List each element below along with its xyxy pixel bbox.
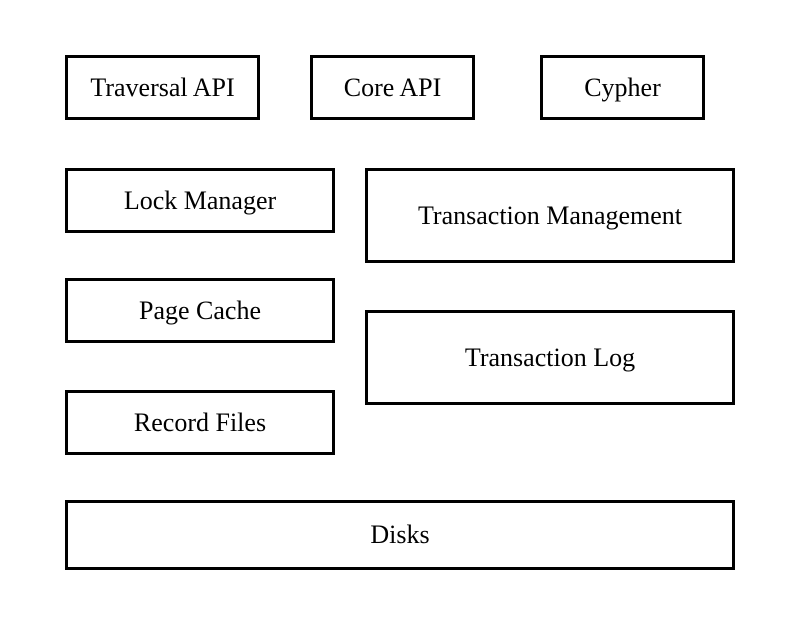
box-label: Record Files bbox=[134, 408, 266, 438]
box-label: Transaction Log bbox=[465, 343, 635, 373]
box-label: Traversal API bbox=[90, 73, 234, 103]
box-label: Cypher bbox=[584, 73, 661, 103]
box-transaction-log: Transaction Log bbox=[365, 310, 735, 405]
box-record-files: Record Files bbox=[65, 390, 335, 455]
box-cypher: Cypher bbox=[540, 55, 705, 120]
box-label: Disks bbox=[370, 520, 429, 550]
box-page-cache: Page Cache bbox=[65, 278, 335, 343]
box-traversal-api: Traversal API bbox=[65, 55, 260, 120]
box-transaction-management: Transaction Management bbox=[365, 168, 735, 263]
architecture-diagram: Traversal API Core API Cypher Lock Manag… bbox=[0, 0, 800, 640]
box-label: Lock Manager bbox=[124, 186, 276, 216]
box-lock-manager: Lock Manager bbox=[65, 168, 335, 233]
box-disks: Disks bbox=[65, 500, 735, 570]
box-label: Core API bbox=[344, 73, 442, 103]
box-label: Transaction Management bbox=[418, 201, 682, 231]
box-label: Page Cache bbox=[139, 296, 261, 326]
box-core-api: Core API bbox=[310, 55, 475, 120]
